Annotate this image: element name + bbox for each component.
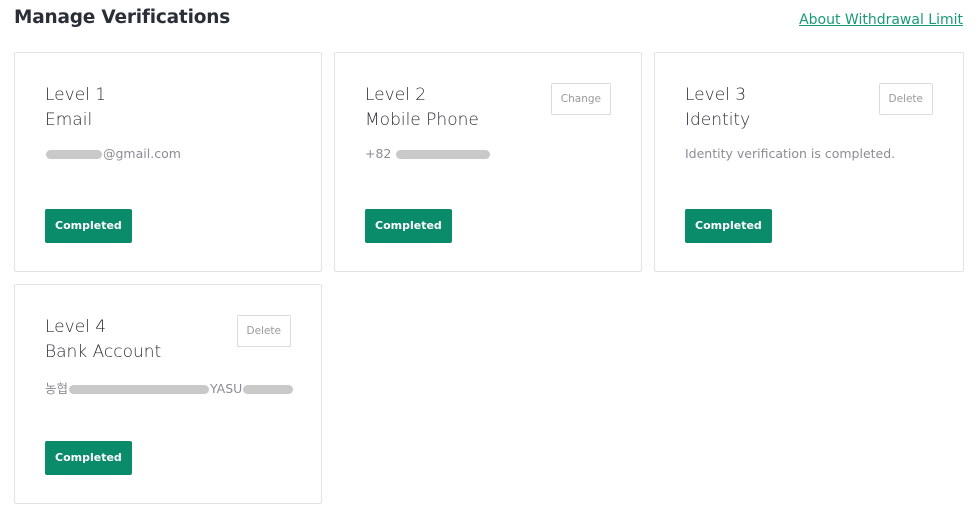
verification-card-bank: Level 4 Bank Account Delete 농협 YASU Compl… xyxy=(14,284,322,504)
identity-status-text: Identity verification is completed. xyxy=(685,146,896,161)
change-button[interactable]: Change xyxy=(550,83,611,115)
card-level: Level 1 xyxy=(45,85,107,105)
delete-button[interactable]: Delete xyxy=(878,83,933,115)
status-badge: Completed xyxy=(365,209,452,243)
email-domain: @gmail.com xyxy=(103,146,181,161)
about-withdrawal-limit-link[interactable]: About Withdrawal Limit xyxy=(799,12,963,28)
card-type: Mobile Phone xyxy=(365,110,479,130)
card-level: Level 4 xyxy=(45,317,107,337)
bank-account-value: 농협 YASU xyxy=(45,378,294,397)
verification-card-identity: Level 3 Identity Delete Identity verific… xyxy=(654,52,964,272)
redacted-text xyxy=(243,385,294,394)
card-type: Identity xyxy=(685,110,751,130)
card-level: Level 2 xyxy=(365,85,427,105)
status-badge: Completed xyxy=(45,209,132,243)
verification-card-phone: Level 2 Mobile Phone Change +82 Complete… xyxy=(334,52,642,272)
redacted-text xyxy=(396,150,491,159)
redacted-text xyxy=(46,150,102,159)
card-level: Level 3 xyxy=(685,85,747,105)
phone-country-code: +82 xyxy=(365,146,392,161)
card-type: Email xyxy=(45,110,93,130)
phone-value: +82 xyxy=(365,146,491,161)
email-value: @gmail.com xyxy=(45,146,181,161)
delete-button[interactable]: Delete xyxy=(236,315,291,347)
page-title: Manage Verifications xyxy=(14,7,231,28)
account-holder-partial: YASU xyxy=(210,381,243,396)
status-badge: Completed xyxy=(685,209,772,243)
bank-name: 농협 xyxy=(45,381,69,396)
card-type: Bank Account xyxy=(45,342,162,362)
redacted-text xyxy=(69,385,210,394)
status-badge: Completed xyxy=(45,441,132,475)
verification-card-email: Level 1 Email @gmail.com Completed xyxy=(14,52,322,272)
